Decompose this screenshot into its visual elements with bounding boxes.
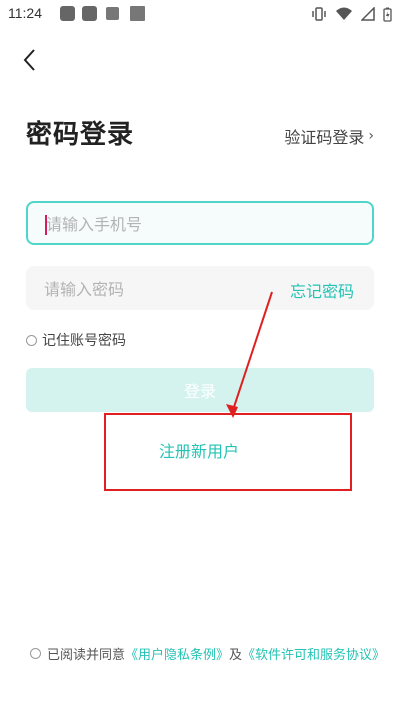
- page-title: 密码登录: [26, 120, 135, 150]
- wifi-icon: [336, 7, 352, 20]
- agreement-prefix: 已阅读并同意: [47, 648, 126, 663]
- notification-icon: [130, 6, 145, 21]
- agreement-and: 及: [229, 648, 243, 663]
- phone-input[interactable]: [44, 203, 288, 245]
- status-time: 11:24: [8, 5, 42, 21]
- sms-login-link[interactable]: 验证码登录 ›: [284, 124, 374, 148]
- back-button[interactable]: [18, 46, 44, 74]
- battery-icon: [383, 7, 392, 22]
- forgot-password-link[interactable]: 忘记密码: [290, 278, 354, 302]
- notification-icon: [60, 6, 75, 21]
- phone-field[interactable]: [26, 201, 374, 245]
- remember-me-checkbox[interactable]: 记住账号密码: [26, 330, 126, 350]
- radio-icon: [26, 334, 37, 346]
- register-link[interactable]: 注册新用户: [159, 438, 239, 462]
- license-agreement-link[interactable]: 《软件许可和服务协议》: [242, 644, 385, 663]
- chevron-right-icon: ›: [368, 128, 374, 144]
- text-cursor: [45, 215, 47, 235]
- notification-icon: [106, 7, 119, 20]
- status-indicators: [311, 5, 392, 23]
- password-input[interactable]: [42, 266, 286, 312]
- sms-login-label: 验证码登录: [284, 128, 365, 147]
- signal-icon: [361, 7, 375, 21]
- status-bar: 11:24: [0, 0, 400, 28]
- notification-icon: [82, 6, 97, 21]
- password-field[interactable]: 忘记密码: [26, 266, 374, 312]
- remember-me-label: 记住账号密码: [42, 333, 126, 349]
- annotation-arrow: [226, 291, 273, 418]
- chevron-left-icon: [23, 49, 35, 71]
- privacy-policy-link[interactable]: 《用户隐私条例》: [125, 644, 229, 663]
- radio-icon: [30, 648, 41, 659]
- vibrate-icon: [312, 7, 326, 21]
- login-button[interactable]: 登录: [26, 368, 374, 412]
- agreement-checkbox[interactable]: 已阅读并同意 《用户隐私条例》 及 《软件许可和服务协议》: [30, 644, 385, 663]
